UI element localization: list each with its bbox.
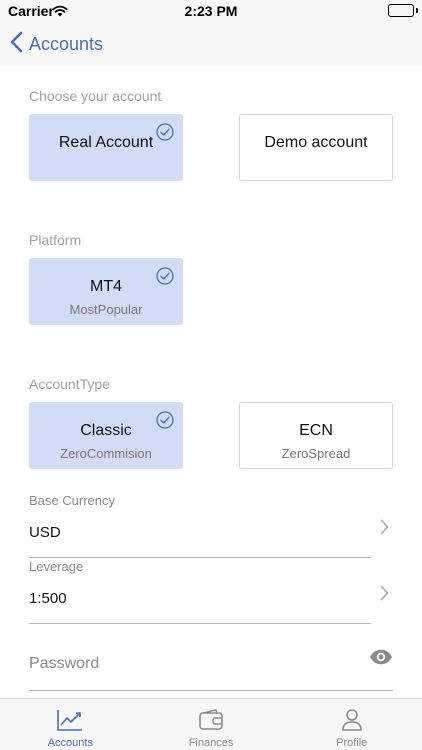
base-currency-label: Base Currency bbox=[29, 493, 115, 508]
leverage-value: 1:500 bbox=[29, 590, 67, 607]
tab-label: Accounts bbox=[47, 737, 93, 749]
option-subtitle: ZeroSpread bbox=[281, 446, 351, 461]
tab-label: Finances bbox=[188, 737, 234, 749]
tab-accounts[interactable]: Accounts bbox=[0, 699, 141, 750]
battery-tip bbox=[416, 8, 418, 13]
option-title: ECN bbox=[299, 422, 333, 439]
status-time: 2:23 PM bbox=[184, 3, 238, 19]
status-bar: Carrier 2:23 PM bbox=[0, 0, 422, 22]
navigation-bar: Accounts bbox=[0, 22, 422, 66]
password-input[interactable] bbox=[29, 650, 359, 678]
account-type-section-label: AccountType bbox=[29, 376, 110, 392]
eye-icon[interactable] bbox=[369, 649, 393, 670]
tab-label: Profile bbox=[336, 737, 368, 749]
base-currency-value: USD bbox=[29, 524, 61, 541]
tab-finances[interactable]: Finances bbox=[141, 699, 282, 750]
person-icon bbox=[341, 708, 363, 737]
platform-section-label: Platform bbox=[29, 232, 82, 248]
option-title: Demo account bbox=[264, 134, 368, 151]
battery-icon bbox=[388, 4, 414, 17]
leverage-label: Leverage bbox=[29, 559, 84, 574]
ecn-type-option[interactable]: ECN ZeroSpread bbox=[239, 402, 393, 469]
leverage-divider bbox=[29, 623, 371, 624]
check-circle-icon bbox=[156, 267, 174, 285]
base-currency-select[interactable]: USD bbox=[0, 512, 422, 558]
leverage-select[interactable]: 1:500 bbox=[0, 578, 422, 624]
mt4-platform-option[interactable]: MT4 MostPopular bbox=[29, 258, 183, 325]
check-circle-icon bbox=[156, 123, 174, 141]
check-circle-icon bbox=[156, 411, 174, 429]
classic-type-option[interactable]: Classic ZeroCommision bbox=[29, 402, 183, 469]
base-currency-divider bbox=[29, 557, 371, 558]
chevron-left-icon bbox=[10, 31, 23, 58]
chevron-right-icon bbox=[380, 519, 389, 540]
back-button[interactable]: Accounts bbox=[10, 28, 103, 60]
account-form: Choose your account Real Account Demo ac… bbox=[0, 66, 422, 698]
password-divider bbox=[29, 690, 393, 691]
account-section-label: Choose your account bbox=[29, 88, 162, 104]
wallet-icon bbox=[198, 708, 224, 737]
tab-bar: Accounts Finances Profile bbox=[0, 698, 422, 750]
option-subtitle: ZeroCommision bbox=[60, 446, 152, 461]
option-subtitle: MostPopular bbox=[69, 302, 143, 317]
back-label: Accounts bbox=[29, 33, 104, 54]
demo-account-option[interactable]: Demo account bbox=[239, 114, 393, 181]
chevron-right-icon bbox=[380, 585, 389, 606]
chart-icon bbox=[56, 708, 84, 737]
real-account-option[interactable]: Real Account bbox=[29, 114, 183, 181]
tab-profile[interactable]: Profile bbox=[281, 699, 422, 750]
